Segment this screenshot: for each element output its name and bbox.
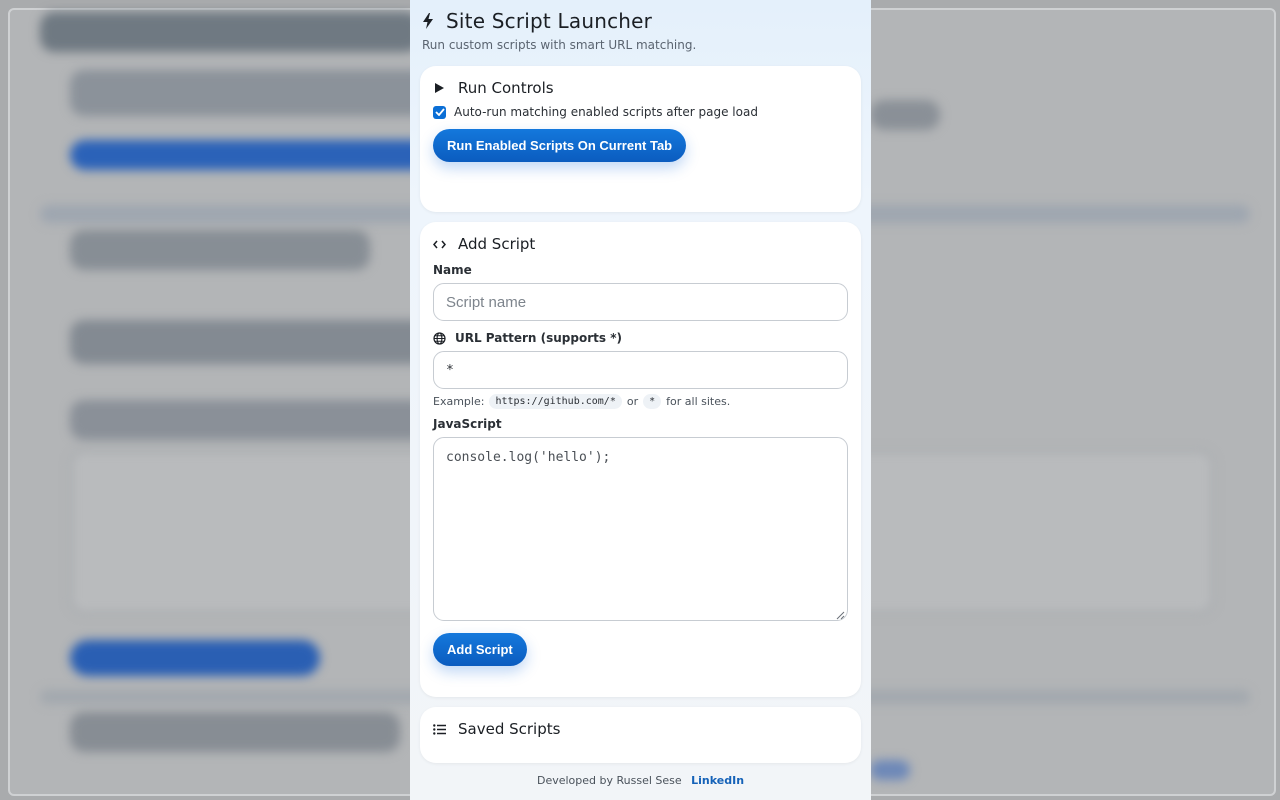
resize-handle-icon[interactable]	[836, 609, 845, 620]
background-blur	[70, 712, 400, 752]
extension-popup: Site Script Launcher Run custom scripts …	[410, 0, 871, 800]
name-label: Name	[433, 263, 472, 277]
list-icon	[433, 723, 446, 736]
run-controls-title: Run Controls	[458, 79, 554, 97]
background-blur	[70, 320, 430, 364]
background-blur	[870, 100, 940, 130]
add-script-title: Add Script	[458, 235, 536, 253]
background-blur	[70, 230, 370, 270]
popup-header: Site Script Launcher Run custom scripts …	[420, 0, 861, 56]
url-example-hint: Example: https://github.com/* or * for a…	[433, 394, 848, 409]
run-controls-card: Run Controls Auto-run matching enabled s…	[420, 66, 861, 212]
background-blur	[70, 70, 430, 116]
background-blur	[70, 140, 430, 170]
example-code-wildcard: *	[643, 394, 662, 409]
popup-subtitle: Run custom scripts with smart URL matchi…	[422, 38, 697, 52]
url-pattern-input[interactable]: *	[433, 351, 848, 389]
autorun-checkbox[interactable]	[433, 105, 446, 119]
play-icon	[433, 82, 446, 95]
javascript-placeholder: console.log('hello');	[446, 450, 611, 465]
background-blur	[70, 400, 430, 440]
background-blur	[70, 640, 320, 676]
example-prefix: Example:	[433, 395, 485, 408]
linkedin-link[interactable]: LinkedIn	[691, 774, 744, 787]
footer-credit: Developed by Russel Sese	[536, 774, 682, 787]
script-name-placeholder: Script name	[446, 293, 527, 311]
footer: Developed by Russel Sese LinkedIn	[420, 774, 861, 787]
lightning-bolt-icon	[422, 11, 436, 31]
popup-title: Site Script Launcher	[446, 9, 653, 33]
background-blur	[870, 760, 910, 780]
autorun-label[interactable]: Auto-run matching enabled scripts after …	[454, 105, 758, 119]
background-blur	[40, 12, 420, 52]
add-script-button[interactable]: Add Script	[433, 633, 527, 666]
url-pattern-label: URL Pattern (supports *)	[455, 331, 622, 345]
example-suffix: for all sites.	[666, 395, 731, 408]
code-icon	[433, 238, 446, 251]
example-or: or	[626, 395, 639, 408]
javascript-label: JavaScript	[433, 417, 502, 431]
saved-scripts-card: Saved Scripts	[420, 707, 861, 763]
example-code-github: https://github.com/*	[489, 394, 622, 409]
add-script-card: Add Script Name Script name URL Pattern …	[420, 222, 861, 697]
globe-icon	[433, 331, 446, 345]
javascript-textarea[interactable]: console.log('hello');	[433, 437, 848, 621]
script-name-input[interactable]: Script name	[433, 283, 848, 321]
url-pattern-value: *	[446, 362, 454, 378]
run-enabled-scripts-button[interactable]: Run Enabled Scripts On Current Tab	[433, 129, 687, 162]
saved-scripts-title: Saved Scripts	[458, 720, 561, 738]
